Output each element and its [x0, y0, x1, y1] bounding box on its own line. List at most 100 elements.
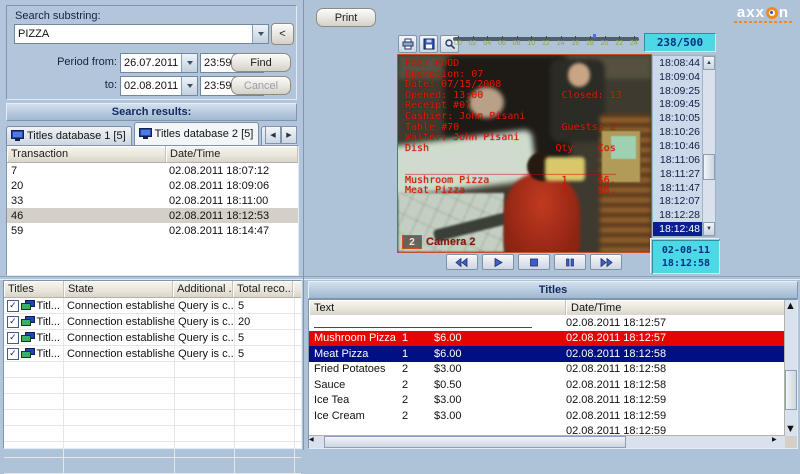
transactions-table: Transaction Date/Time 7 02.08.2011 18:07…	[6, 145, 299, 276]
tab-scroll-right-button[interactable]: ▶	[281, 126, 297, 144]
scrollbar-track[interactable]	[785, 313, 797, 423]
connection-row[interactable]: ✓ Titl... Connection established Query i…	[4, 314, 301, 330]
timeline-tick-label: 18	[585, 40, 595, 47]
connection-checkbox[interactable]: ✓	[7, 316, 19, 328]
title-row[interactable]: Ice Cream 2 $3.00 02.08.2011 18:12:59	[309, 408, 785, 424]
item-datetime: 02.08.2011 18:12:58	[560, 379, 785, 391]
transaction-datetime: 02.08.2011 18:07:12	[165, 165, 298, 177]
connection-row[interactable]: ✓ Titl... Connection established Query i…	[4, 346, 301, 362]
print-frame-button[interactable]	[398, 35, 417, 53]
column-header-datetime[interactable]: Date/Time	[566, 300, 785, 315]
find-button[interactable]: Find	[231, 53, 291, 72]
brand-logo-word: axxn	[737, 5, 789, 20]
timestamp-item[interactable]: 18:11:27	[653, 167, 703, 181]
transaction-row[interactable]: 33 02.08.2011 18:11:00	[7, 193, 298, 208]
stop-button[interactable]	[518, 254, 550, 270]
search-input[interactable]: PIZZA	[14, 24, 269, 44]
timeline-ruler[interactable]: 00 02 04 06 08 10 12 14 16 18 20 22 24	[453, 34, 639, 50]
scroll-down-button[interactable]: ▼	[785, 423, 797, 436]
tab-scroll-left-button[interactable]: ◀	[265, 126, 281, 144]
column-header-titles[interactable]: Titles	[4, 281, 64, 297]
rewind-button[interactable]	[446, 254, 478, 270]
date-from-dropdown-button[interactable]	[181, 54, 197, 72]
logo-eye-icon	[766, 7, 778, 19]
tab-list: Titles database 1 [5] Titles database 2 …	[6, 122, 297, 145]
item-name: Ice Tea	[314, 394, 402, 406]
clock-display: 02-08-11 18:12:58	[652, 240, 720, 274]
scrollbar-thumb[interactable]	[785, 370, 797, 410]
timestamp-item[interactable]: 18:10:26	[653, 125, 703, 139]
scroll-down-button[interactable]: ▼	[703, 222, 715, 236]
timeline-tick-label: 08	[512, 40, 522, 47]
date-to-dropdown-button[interactable]	[181, 77, 197, 95]
title-row[interactable]: Fried Potatoes 2 $3.00 02.08.2011 18:12:…	[309, 362, 785, 378]
find-button-label: Find	[250, 57, 271, 69]
title-row[interactable]: 02.08.2011 18:12:57	[309, 315, 785, 331]
connection-checkbox[interactable]: ✓	[7, 332, 19, 344]
timestamp-item[interactable]: 18:11:06	[653, 153, 703, 167]
title-row[interactable]: Mushroom Pizza 1 $6.00 02.08.2011 18:12:…	[309, 331, 785, 347]
video-frame[interactable]: FAST FOOD Operation: 07 Date: 07/15/2008…	[397, 54, 652, 253]
timestamp-item[interactable]: 18:11:47	[653, 181, 703, 195]
titles-horizontal-scrollbar[interactable]: ◀ ▶	[309, 435, 785, 448]
timestamp-item[interactable]: 18:12:07	[653, 194, 703, 208]
cancel-button[interactable]: Cancel	[231, 76, 291, 95]
title-row[interactable]: Meat Pizza 1 $6.00 02.08.2011 18:12:58	[309, 346, 785, 362]
date-to-field[interactable]: 02.08.2011	[120, 76, 198, 96]
collapse-button[interactable]: <	[271, 23, 294, 45]
scroll-up-button[interactable]: ▲	[703, 56, 715, 70]
scroll-right-button[interactable]: ▶	[772, 436, 785, 448]
scroll-left-button[interactable]: ◀	[309, 436, 322, 448]
timestamp-item[interactable]: 18:09:04	[653, 70, 703, 84]
transaction-row[interactable]: 20 02.08.2011 18:09:06	[7, 178, 298, 193]
search-dropdown-button[interactable]	[252, 25, 268, 43]
tab-titles-database[interactable]: Titles database 2 [5]	[134, 122, 260, 145]
connections-table: Titles State Additional ... Total reco..…	[3, 280, 302, 449]
item-price: $0.50	[434, 379, 494, 391]
column-header-total[interactable]: Total reco...	[233, 281, 293, 297]
timestamp-item[interactable]: 18:10:46	[653, 139, 703, 153]
column-header-transaction[interactable]: Transaction	[7, 146, 166, 162]
scrollbar-thumb[interactable]	[703, 154, 715, 180]
scrollbar-track[interactable]	[626, 436, 772, 448]
pause-button[interactable]	[554, 254, 586, 270]
play-button[interactable]	[482, 254, 514, 270]
save-frame-button[interactable]	[419, 35, 438, 53]
dual-monitor-icon	[21, 316, 35, 327]
connection-checkbox[interactable]: ✓	[7, 348, 19, 360]
scroll-up-button[interactable]: ▲	[785, 300, 797, 313]
column-header-state[interactable]: State	[64, 281, 173, 297]
title-row[interactable]: Sauce 2 $0.50 02.08.2011 18:12:58	[309, 377, 785, 393]
table-empty-row	[4, 378, 301, 394]
title-row[interactable]: Ice Tea 2 $3.00 02.08.2011 18:12:59	[309, 393, 785, 409]
connection-row[interactable]: ✓ Titl... Connection established Query i…	[4, 298, 301, 314]
connection-total: 5	[238, 348, 244, 360]
timestamp-scrollbar[interactable]: ▲ ▼	[702, 55, 716, 237]
transaction-row[interactable]: 46 02.08.2011 18:12:53	[7, 208, 298, 223]
timeline-tick-label: 00	[453, 40, 463, 47]
timestamp-item[interactable]: 18:09:25	[653, 84, 703, 98]
timeline-marker[interactable]	[593, 34, 596, 38]
tab-titles-database[interactable]: Titles database 1 [5]	[6, 126, 132, 145]
fast-forward-button[interactable]	[590, 254, 622, 270]
timestamp-item[interactable]: 18:12:48	[653, 222, 703, 236]
transaction-row[interactable]: 59 02.08.2011 18:14:47	[7, 223, 298, 238]
timestamp-item[interactable]: 18:10:05	[653, 111, 703, 125]
connection-checkbox[interactable]: ✓	[7, 300, 19, 312]
date-from-field[interactable]: 26.07.2011	[120, 53, 198, 73]
scrollbar-track[interactable]	[703, 70, 715, 222]
tab-label: Titles database 1 [5]	[27, 130, 126, 142]
column-header-datetime[interactable]: Date/Time	[166, 146, 298, 162]
transaction-row[interactable]: 7 02.08.2011 18:07:12	[7, 163, 298, 178]
connection-state: Connection established	[67, 300, 175, 312]
timestamp-value: 18:10:05	[659, 112, 700, 124]
timestamp-item[interactable]: 18:08:44	[653, 56, 703, 70]
timestamp-item[interactable]: 18:09:45	[653, 98, 703, 112]
column-header-additional[interactable]: Additional ...	[173, 281, 233, 297]
print-button[interactable]: Print	[316, 8, 376, 27]
connection-row[interactable]: ✓ Titl... Connection established Query i…	[4, 330, 301, 346]
scrollbar-thumb[interactable]	[324, 436, 626, 448]
titles-vertical-scrollbar[interactable]: ▲ ▼	[784, 300, 797, 436]
timestamp-item[interactable]: 18:12:28	[653, 208, 703, 222]
column-header-text[interactable]: Text	[309, 300, 566, 315]
